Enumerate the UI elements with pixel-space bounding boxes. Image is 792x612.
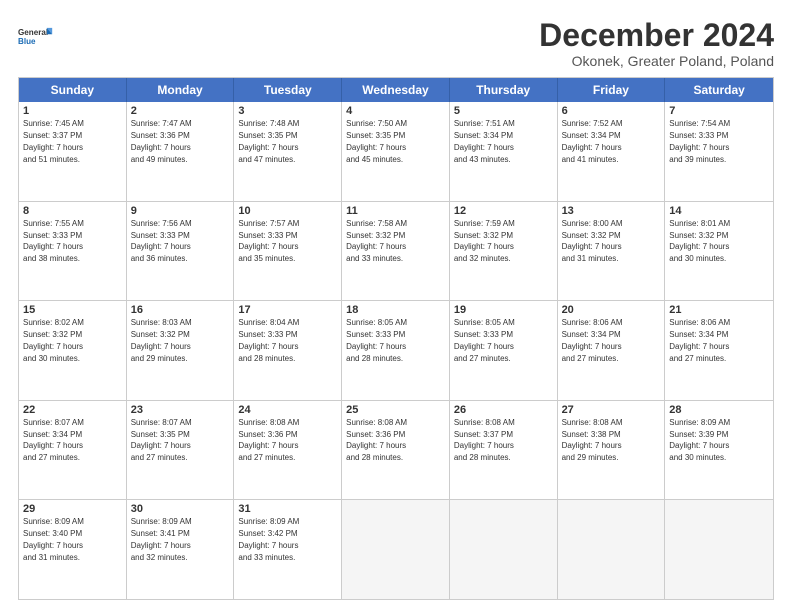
week-row-4: 22Sunrise: 8:07 AMSunset: 3:34 PMDayligh… [19, 401, 773, 501]
cell-week2-day6: 14Sunrise: 8:01 AMSunset: 3:32 PMDayligh… [665, 202, 773, 301]
cell-week3-day1: 16Sunrise: 8:03 AMSunset: 3:32 PMDayligh… [127, 301, 235, 400]
cell-week5-day5 [558, 500, 666, 599]
calendar-header: Sunday Monday Tuesday Wednesday Thursday… [19, 78, 773, 102]
cell-week4-day6: 28Sunrise: 8:09 AMSunset: 3:39 PMDayligh… [665, 401, 773, 500]
cell-week4-day5: 27Sunrise: 8:08 AMSunset: 3:38 PMDayligh… [558, 401, 666, 500]
cell-week2-day3: 11Sunrise: 7:58 AMSunset: 3:32 PMDayligh… [342, 202, 450, 301]
cell-week4-day3: 25Sunrise: 8:08 AMSunset: 3:36 PMDayligh… [342, 401, 450, 500]
cell-week5-day4 [450, 500, 558, 599]
cell-week3-day2: 17Sunrise: 8:04 AMSunset: 3:33 PMDayligh… [234, 301, 342, 400]
cell-week4-day1: 23Sunrise: 8:07 AMSunset: 3:35 PMDayligh… [127, 401, 235, 500]
header-sunday: Sunday [19, 78, 127, 102]
week-row-2: 8Sunrise: 7:55 AMSunset: 3:33 PMDaylight… [19, 202, 773, 302]
cell-week1-day5: 6Sunrise: 7:52 AMSunset: 3:34 PMDaylight… [558, 102, 666, 201]
header-friday: Friday [558, 78, 666, 102]
cell-week1-day0: 1Sunrise: 7:45 AMSunset: 3:37 PMDaylight… [19, 102, 127, 201]
calendar-body: 1Sunrise: 7:45 AMSunset: 3:37 PMDaylight… [19, 102, 773, 599]
cell-week3-day6: 21Sunrise: 8:06 AMSunset: 3:34 PMDayligh… [665, 301, 773, 400]
calendar: Sunday Monday Tuesday Wednesday Thursday… [18, 77, 774, 600]
subtitle: Okonek, Greater Poland, Poland [539, 53, 774, 69]
header-thursday: Thursday [450, 78, 558, 102]
week-row-3: 15Sunrise: 8:02 AMSunset: 3:32 PMDayligh… [19, 301, 773, 401]
svg-text:General: General [18, 28, 48, 37]
cell-week1-day1: 2Sunrise: 7:47 AMSunset: 3:36 PMDaylight… [127, 102, 235, 201]
header: GeneralBlue December 2024 Okonek, Greate… [18, 18, 774, 69]
cell-week4-day0: 22Sunrise: 8:07 AMSunset: 3:34 PMDayligh… [19, 401, 127, 500]
main-title: December 2024 [539, 18, 774, 53]
header-wednesday: Wednesday [342, 78, 450, 102]
cell-week3-day0: 15Sunrise: 8:02 AMSunset: 3:32 PMDayligh… [19, 301, 127, 400]
cell-week4-day4: 26Sunrise: 8:08 AMSunset: 3:37 PMDayligh… [450, 401, 558, 500]
svg-text:Blue: Blue [18, 37, 36, 46]
cell-week5-day3 [342, 500, 450, 599]
title-block: December 2024 Okonek, Greater Poland, Po… [539, 18, 774, 69]
cell-week2-day4: 12Sunrise: 7:59 AMSunset: 3:32 PMDayligh… [450, 202, 558, 301]
logo-icon: GeneralBlue [18, 18, 54, 54]
header-monday: Monday [127, 78, 235, 102]
cell-week4-day2: 24Sunrise: 8:08 AMSunset: 3:36 PMDayligh… [234, 401, 342, 500]
cell-week2-day1: 9Sunrise: 7:56 AMSunset: 3:33 PMDaylight… [127, 202, 235, 301]
cell-week3-day4: 19Sunrise: 8:05 AMSunset: 3:33 PMDayligh… [450, 301, 558, 400]
cell-week5-day2: 31Sunrise: 8:09 AMSunset: 3:42 PMDayligh… [234, 500, 342, 599]
cell-week3-day5: 20Sunrise: 8:06 AMSunset: 3:34 PMDayligh… [558, 301, 666, 400]
logo: GeneralBlue [18, 18, 54, 54]
week-row-1: 1Sunrise: 7:45 AMSunset: 3:37 PMDaylight… [19, 102, 773, 202]
cell-week5-day0: 29Sunrise: 8:09 AMSunset: 3:40 PMDayligh… [19, 500, 127, 599]
cell-week1-day3: 4Sunrise: 7:50 AMSunset: 3:35 PMDaylight… [342, 102, 450, 201]
week-row-5: 29Sunrise: 8:09 AMSunset: 3:40 PMDayligh… [19, 500, 773, 599]
cell-week5-day1: 30Sunrise: 8:09 AMSunset: 3:41 PMDayligh… [127, 500, 235, 599]
cell-week5-day6 [665, 500, 773, 599]
cell-week2-day2: 10Sunrise: 7:57 AMSunset: 3:33 PMDayligh… [234, 202, 342, 301]
header-tuesday: Tuesday [234, 78, 342, 102]
cell-week2-day0: 8Sunrise: 7:55 AMSunset: 3:33 PMDaylight… [19, 202, 127, 301]
header-saturday: Saturday [665, 78, 773, 102]
cell-week1-day6: 7Sunrise: 7:54 AMSunset: 3:33 PMDaylight… [665, 102, 773, 201]
cell-week3-day3: 18Sunrise: 8:05 AMSunset: 3:33 PMDayligh… [342, 301, 450, 400]
cell-week1-day4: 5Sunrise: 7:51 AMSunset: 3:34 PMDaylight… [450, 102, 558, 201]
cell-week1-day2: 3Sunrise: 7:48 AMSunset: 3:35 PMDaylight… [234, 102, 342, 201]
cell-week2-day5: 13Sunrise: 8:00 AMSunset: 3:32 PMDayligh… [558, 202, 666, 301]
page: GeneralBlue December 2024 Okonek, Greate… [0, 0, 792, 612]
